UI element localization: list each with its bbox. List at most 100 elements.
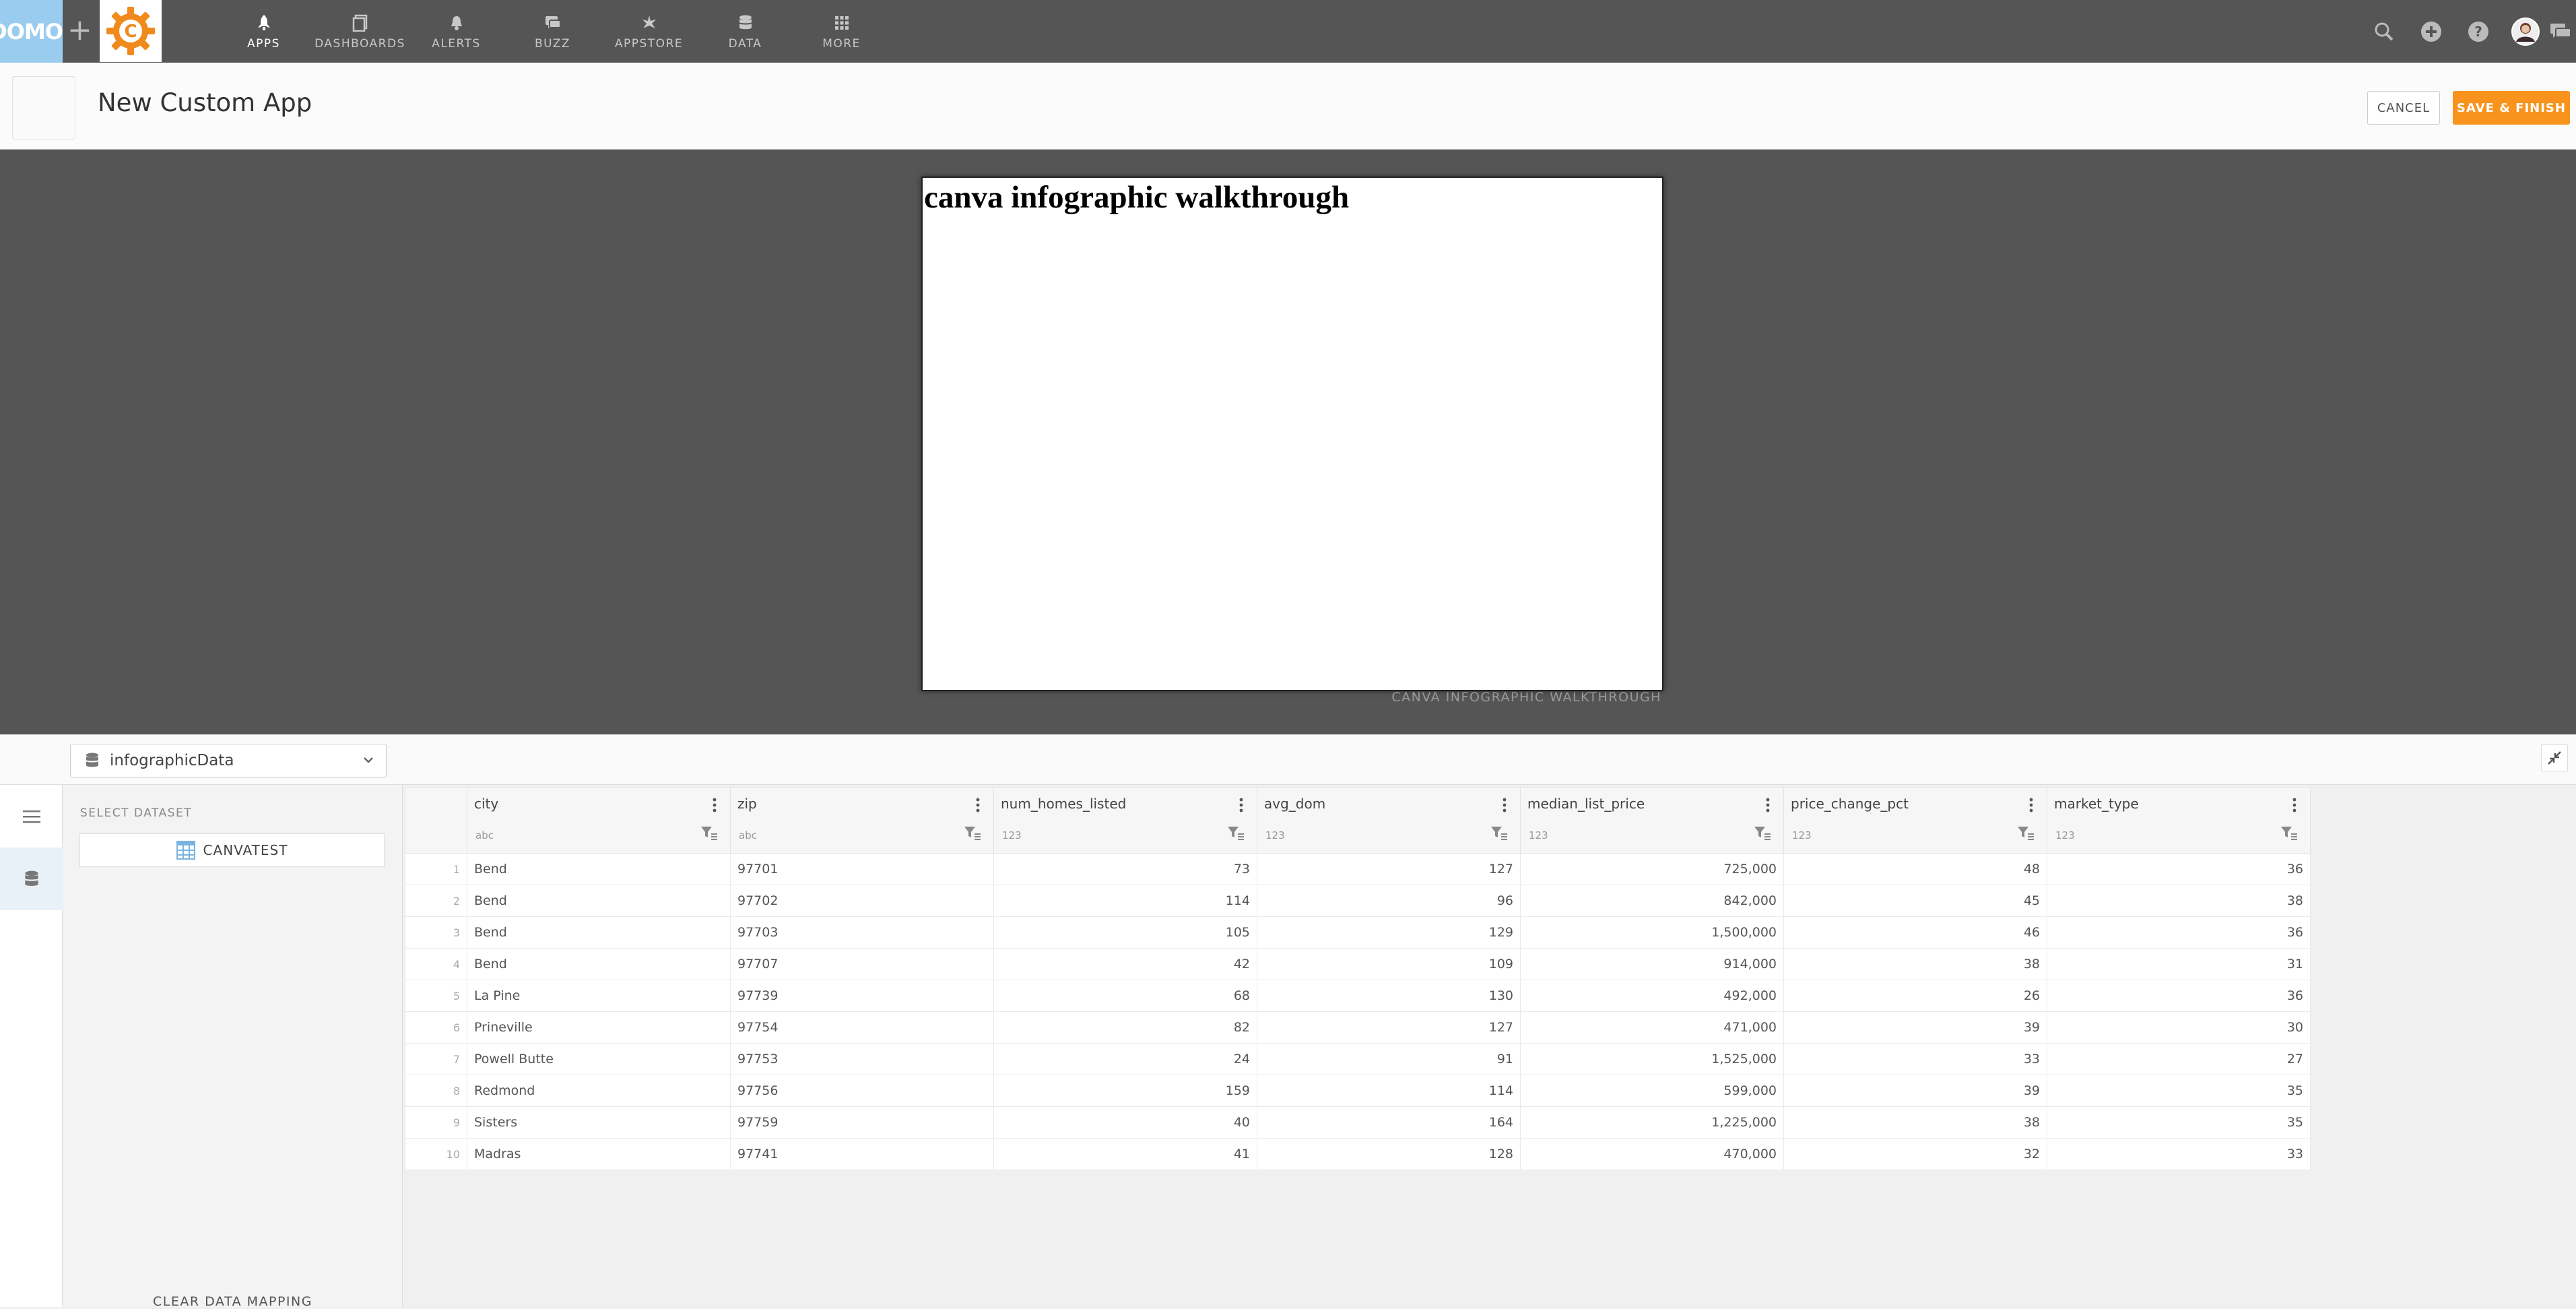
cell-num-homes-listed[interactable]: 42 [993, 948, 1257, 980]
nav-data[interactable]: DATA [697, 0, 793, 63]
add-button[interactable] [2408, 0, 2455, 63]
cell-avg-dom[interactable]: 127 [1257, 1011, 1521, 1044]
cell-market-type[interactable]: 36 [2047, 916, 2311, 949]
cell-num-homes-listed[interactable]: 68 [993, 980, 1257, 1012]
cell-market-type[interactable]: 27 [2047, 1043, 2311, 1075]
cell-median-list-price[interactable]: 725,000 [1520, 853, 1784, 885]
nav-appstore[interactable]: APPSTORE [601, 0, 697, 63]
cell-city[interactable]: Bend [467, 885, 731, 917]
cell-median-list-price[interactable]: 842,000 [1520, 885, 1784, 917]
cell-city[interactable]: Redmond [467, 1075, 731, 1107]
cell-market-type[interactable]: 35 [2047, 1106, 2311, 1139]
table-row[interactable]: 3 Bend 97703 105 129 1,500,000 46 36 [405, 916, 2311, 949]
cell-num-homes-listed[interactable]: 82 [993, 1011, 1257, 1044]
cell-avg-dom[interactable]: 130 [1257, 980, 1521, 1012]
table-row[interactable]: 9 Sisters 97759 40 164 1,225,000 38 35 [405, 1106, 2311, 1139]
filter-icon[interactable] [2017, 825, 2035, 843]
cell-num-homes-listed[interactable]: 24 [993, 1043, 1257, 1075]
cell-zip[interactable]: 97741 [730, 1138, 994, 1170]
cell-avg-dom[interactable]: 114 [1257, 1075, 1521, 1107]
column-header-price-change-pct[interactable]: price_change_pct 123 [1783, 787, 2047, 854]
cell-median-list-price[interactable]: 492,000 [1520, 980, 1784, 1012]
datasets-tab[interactable] [0, 848, 63, 910]
cell-price-change-pct[interactable]: 45 [1783, 885, 2047, 917]
cell-num-homes-listed[interactable]: 114 [993, 885, 1257, 917]
search-button[interactable] [2360, 0, 2408, 63]
cell-price-change-pct[interactable]: 33 [1783, 1043, 2047, 1075]
column-header-median-list-price[interactable]: median_list_price 123 [1520, 787, 1784, 854]
app-icon-placeholder[interactable] [12, 76, 75, 139]
table-row[interactable]: 5 La Pine 97739 68 130 492,000 26 36 [405, 980, 2311, 1012]
cell-zip[interactable]: 97701 [730, 853, 994, 885]
cell-median-list-price[interactable]: 470,000 [1520, 1138, 1784, 1170]
cell-zip[interactable]: 97707 [730, 948, 994, 980]
filter-icon[interactable] [964, 825, 981, 843]
dataset-item[interactable]: CANVATEST [79, 833, 385, 867]
cell-city[interactable]: Bend [467, 853, 731, 885]
cell-city[interactable]: Powell Butte [467, 1043, 731, 1075]
cell-median-list-price[interactable]: 1,525,000 [1520, 1043, 1784, 1075]
column-header-zip[interactable]: zip abc [730, 787, 994, 854]
cell-price-change-pct[interactable]: 39 [1783, 1011, 2047, 1044]
table-row[interactable]: 4 Bend 97707 42 109 914,000 38 31 [405, 948, 2311, 980]
table-row[interactable]: 6 Prineville 97754 82 127 471,000 39 30 [405, 1011, 2311, 1044]
cell-zip[interactable]: 97759 [730, 1106, 994, 1139]
cell-num-homes-listed[interactable]: 41 [993, 1138, 1257, 1170]
column-header-city[interactable]: city abc [467, 787, 731, 854]
help-button[interactable]: ? [2455, 0, 2502, 63]
cell-price-change-pct[interactable]: 48 [1783, 853, 2047, 885]
cell-city[interactable]: Madras [467, 1138, 731, 1170]
avatar[interactable] [2502, 0, 2549, 63]
cell-price-change-pct[interactable]: 32 [1783, 1138, 2047, 1170]
dataset-select[interactable]: infographicData [70, 744, 387, 777]
add-menu-button[interactable]: + [67, 13, 92, 47]
filter-icon[interactable] [700, 825, 718, 843]
cell-avg-dom[interactable]: 96 [1257, 885, 1521, 917]
cell-price-change-pct[interactable]: 46 [1783, 916, 2047, 949]
table-row[interactable]: 8 Redmond 97756 159 114 599,000 39 35 [405, 1075, 2311, 1107]
cell-zip[interactable]: 97756 [730, 1075, 994, 1107]
company-logo[interactable]: C [100, 0, 162, 62]
cell-city[interactable]: Bend [467, 916, 731, 949]
cell-zip[interactable]: 97739 [730, 980, 994, 1012]
cancel-button[interactable]: CANCEL [2367, 91, 2440, 125]
cell-num-homes-listed[interactable]: 73 [993, 853, 1257, 885]
kebab-menu-icon[interactable] [976, 797, 980, 813]
cell-zip[interactable]: 97753 [730, 1043, 994, 1075]
nav-more[interactable]: MORE [793, 0, 890, 63]
cell-num-homes-listed[interactable]: 105 [993, 916, 1257, 949]
cell-avg-dom[interactable]: 91 [1257, 1043, 1521, 1075]
chat-button[interactable] [2549, 0, 2576, 63]
kebab-menu-icon[interactable] [1239, 797, 1243, 813]
cell-avg-dom[interactable]: 127 [1257, 853, 1521, 885]
cell-median-list-price[interactable]: 599,000 [1520, 1075, 1784, 1107]
table-row[interactable]: 10 Madras 97741 41 128 470,000 32 33 [405, 1138, 2311, 1170]
kebab-menu-icon[interactable] [1502, 797, 1507, 813]
column-header-avg-dom[interactable]: avg_dom 123 [1257, 787, 1521, 854]
cell-median-list-price[interactable]: 1,500,000 [1520, 916, 1784, 949]
cell-num-homes-listed[interactable]: 40 [993, 1106, 1257, 1139]
cell-median-list-price[interactable]: 914,000 [1520, 948, 1784, 980]
table-row[interactable]: 1 Bend 97701 73 127 725,000 48 36 [405, 853, 2311, 885]
column-header-market-type[interactable]: market_type 123 [2047, 787, 2311, 854]
kebab-menu-icon[interactable] [713, 797, 717, 813]
filter-icon[interactable] [2280, 825, 2298, 843]
filter-icon[interactable] [1490, 825, 1508, 843]
kebab-menu-icon[interactable] [1766, 797, 1770, 813]
cell-num-homes-listed[interactable]: 159 [993, 1075, 1257, 1107]
cell-city[interactable]: Prineville [467, 1011, 731, 1044]
nav-buzz[interactable]: BUZZ [504, 0, 601, 63]
nav-apps[interactable]: APPS [216, 0, 312, 63]
kebab-menu-icon[interactable] [2029, 797, 2033, 813]
cell-price-change-pct[interactable]: 26 [1783, 980, 2047, 1012]
save-finish-button[interactable]: SAVE & FINISH [2453, 91, 2570, 125]
cell-market-type[interactable]: 38 [2047, 885, 2311, 917]
cell-avg-dom[interactable]: 129 [1257, 916, 1521, 949]
collapse-panel-button[interactable] [2541, 744, 2568, 771]
domo-logo[interactable]: DOMO [0, 0, 63, 63]
cell-price-change-pct[interactable]: 39 [1783, 1075, 2047, 1107]
cell-city[interactable]: Bend [467, 948, 731, 980]
cell-price-change-pct[interactable]: 38 [1783, 1106, 2047, 1139]
cell-avg-dom[interactable]: 128 [1257, 1138, 1521, 1170]
nav-dashboards[interactable]: DASHBOARDS [312, 0, 408, 63]
